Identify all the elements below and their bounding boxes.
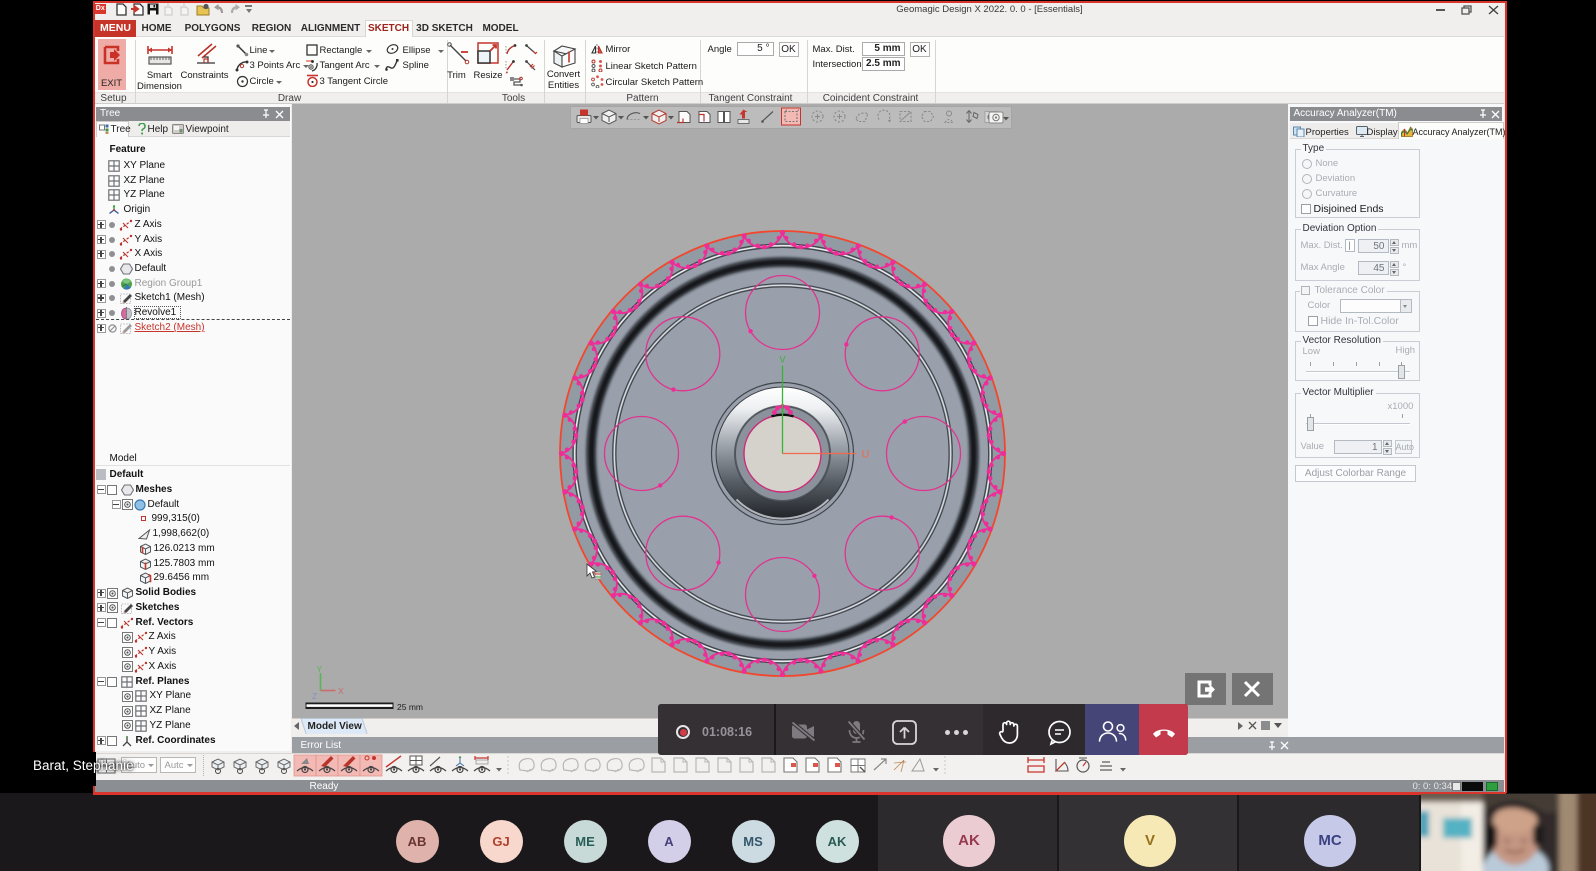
svg-text:25 mm: 25 mm [397, 702, 423, 712]
svg-text:X: X [338, 686, 344, 696]
svg-text:U: U [862, 449, 870, 461]
svg-text:Y: Y [317, 664, 323, 674]
svg-text:Z: Z [312, 691, 317, 701]
svg-text:V: V [780, 355, 786, 365]
